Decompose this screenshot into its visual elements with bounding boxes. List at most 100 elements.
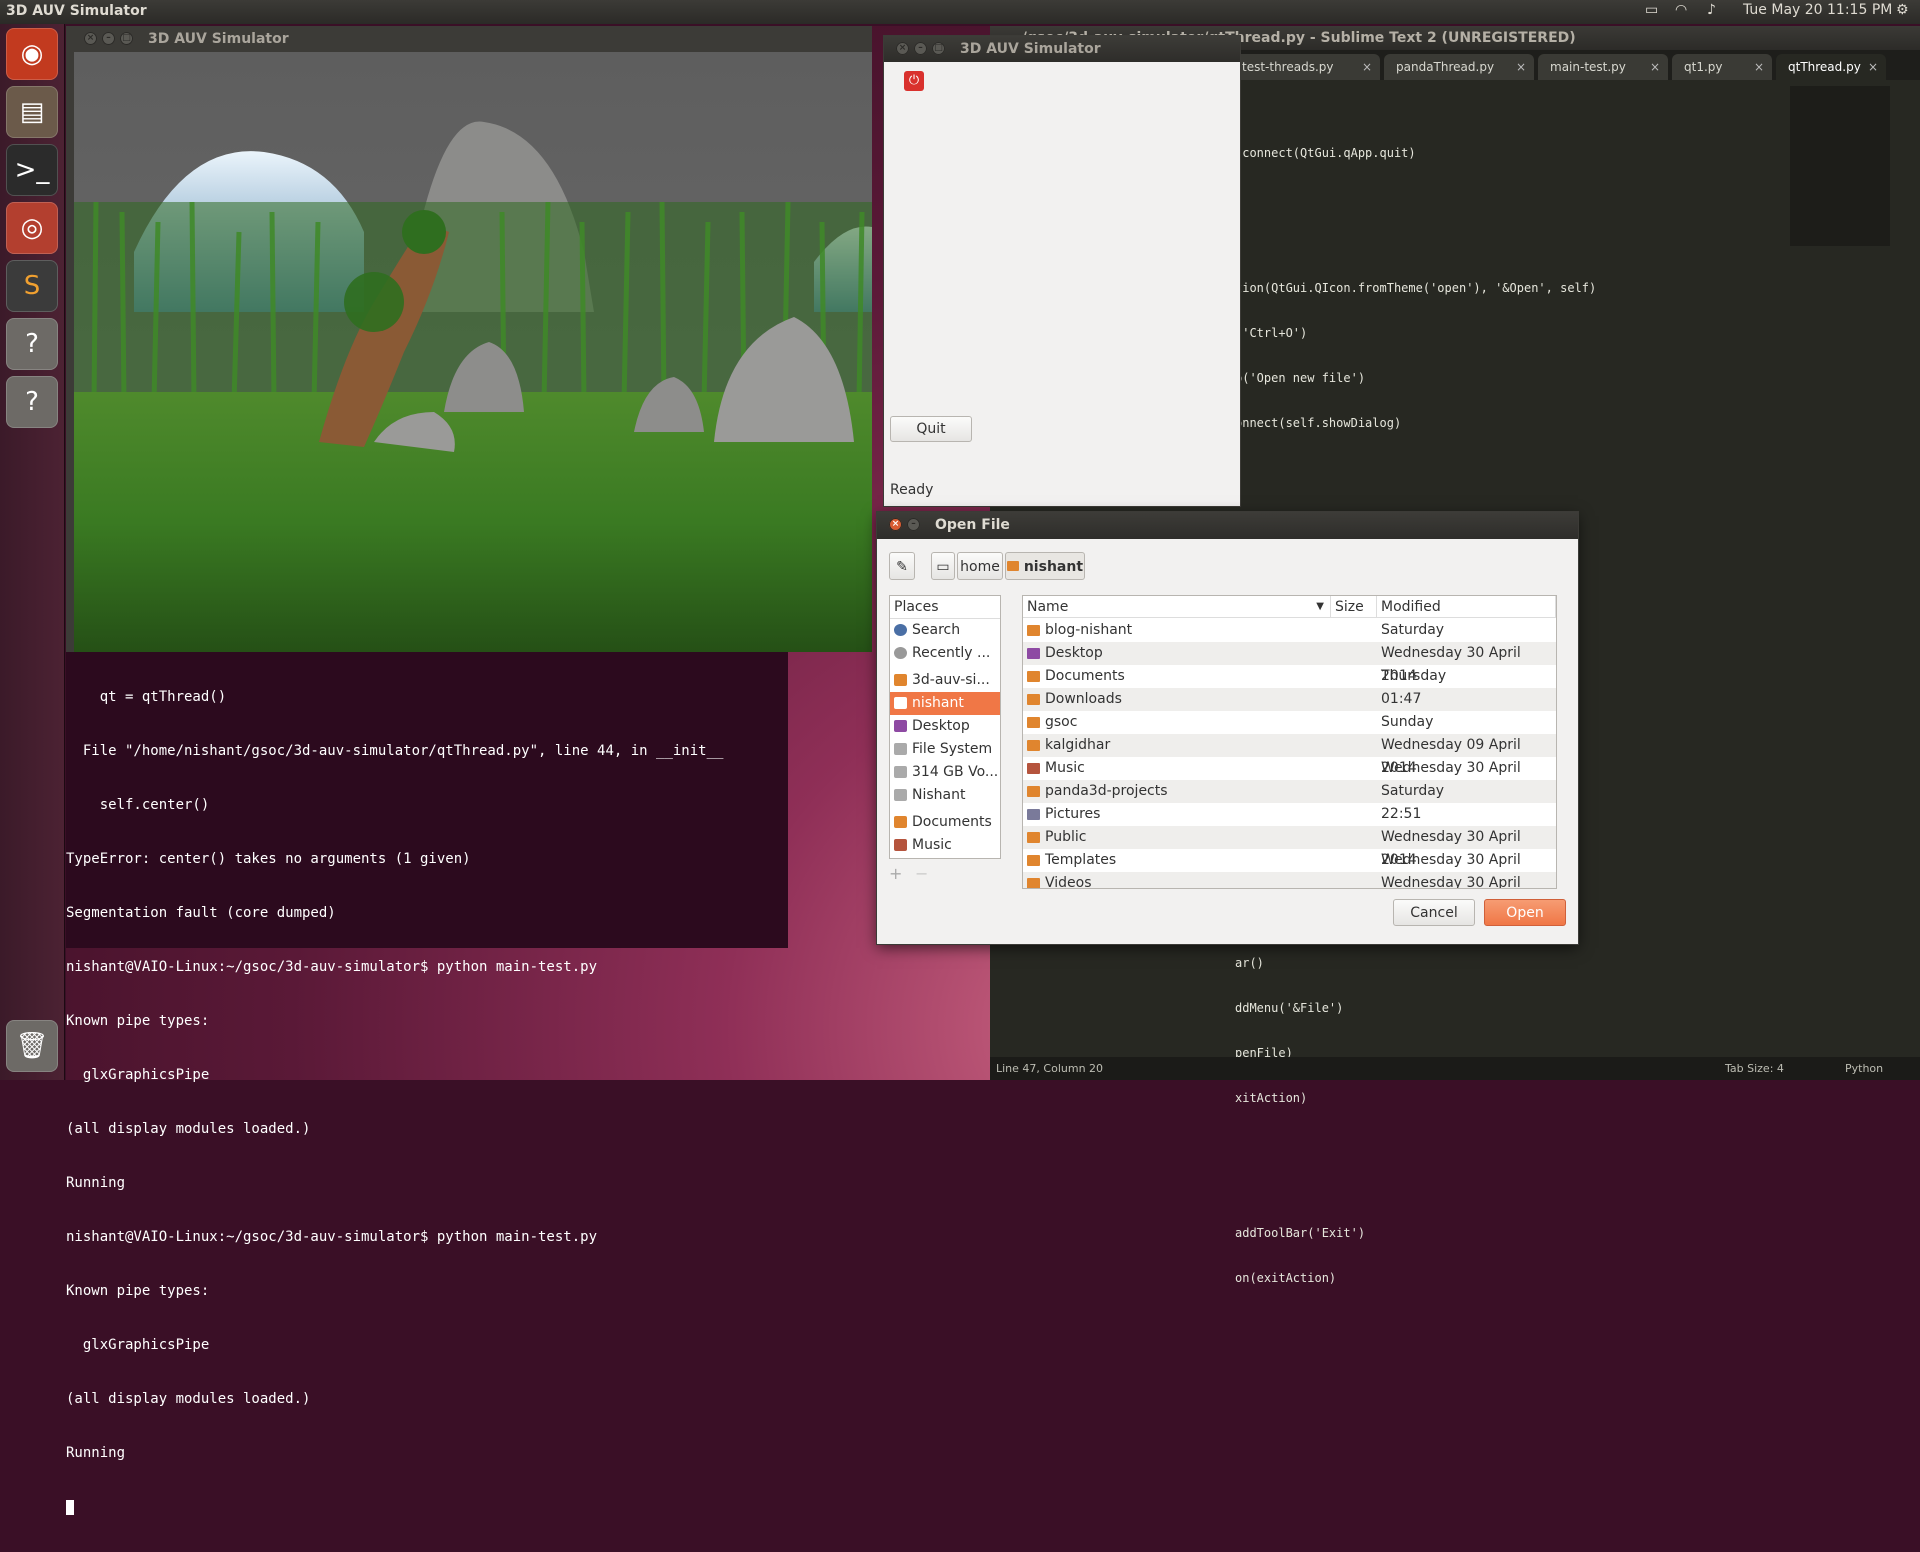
- column-header-modified[interactable]: Modified: [1377, 596, 1556, 618]
- clock[interactable]: Tue May 20 11:15 PM: [1743, 2, 1892, 18]
- code-line: xitAction): [1235, 1091, 1308, 1105]
- close-icon[interactable]: ×: [1754, 54, 1764, 80]
- open-button[interactable]: Open: [1484, 899, 1566, 926]
- terminal-line: (all display modules loaded.): [66, 1391, 311, 1407]
- file-name: Videos: [1045, 875, 1092, 888]
- maximize-icon[interactable]: □: [932, 42, 945, 55]
- add-bookmark-button[interactable]: +: [889, 864, 902, 883]
- places-sidebar[interactable]: Places Search Recently ... 3d-auv-si... …: [889, 595, 1001, 859]
- open-file-dialog[interactable]: × – Open File ✎ ▭ home nishant Places Se…: [877, 512, 1578, 944]
- qt-titlebar[interactable]: × – □ 3D AUV Simulator: [884, 36, 1240, 62]
- files-icon[interactable]: ▤: [6, 86, 58, 138]
- code-line: .connect(QtGui.qApp.quit): [1235, 146, 1416, 160]
- close-icon[interactable]: ×: [1650, 54, 1660, 80]
- file-row[interactable]: Desktop Wednesday 30 April 2014: [1023, 642, 1556, 684]
- terminal-cursor: [66, 1499, 74, 1515]
- path-button-home[interactable]: home: [957, 552, 1003, 580]
- place-nishant[interactable]: nishant: [890, 692, 1000, 715]
- chrome-icon[interactable]: ◎: [6, 202, 58, 254]
- maximize-icon[interactable]: □: [120, 32, 133, 45]
- wifi-icon[interactable]: ◠: [1675, 2, 1687, 18]
- folder-icon: [894, 816, 907, 828]
- file-row[interactable]: Videos Wednesday 30 April 2014: [1023, 872, 1556, 888]
- sim3d-title-text: 3D AUV Simulator: [148, 31, 289, 47]
- tab-test-threads[interactable]: test-threads.py ×: [1230, 54, 1380, 80]
- settings-icon[interactable]: ⚙: [1896, 2, 1909, 18]
- place-label: Documents: [912, 814, 992, 830]
- unknown-app-icon[interactable]: ?: [6, 376, 58, 428]
- file-name: panda3d-projects: [1045, 783, 1168, 799]
- qt-window[interactable]: × – □ 3D AUV Simulator ⏻ Quit Ready: [884, 36, 1240, 506]
- column-header-name[interactable]: Name ▼: [1023, 596, 1331, 618]
- minimize-icon[interactable]: –: [914, 42, 927, 55]
- place-documents[interactable]: Documents: [890, 811, 1000, 834]
- tab-qt1[interactable]: qt1.py ×: [1672, 54, 1772, 80]
- folder-icon: [1027, 671, 1040, 682]
- place-filesystem[interactable]: File System: [890, 738, 1000, 761]
- close-icon[interactable]: ×: [84, 32, 97, 45]
- terminal-icon[interactable]: >_: [6, 144, 58, 196]
- close-icon[interactable]: ×: [1362, 54, 1372, 80]
- tab-size[interactable]: Tab Size: 4: [1725, 1057, 1784, 1080]
- dialog-titlebar[interactable]: × – Open File: [877, 512, 1578, 539]
- battery-icon[interactable]: ▭: [1645, 2, 1658, 18]
- tab-main-test[interactable]: main-test.py ×: [1538, 54, 1668, 80]
- quit-button[interactable]: Quit: [890, 416, 972, 442]
- sim3d-titlebar[interactable]: × – □ 3D AUV Simulator: [66, 26, 872, 52]
- file-row[interactable]: Public Wednesday 30 April 2014: [1023, 826, 1556, 868]
- terminal-line: nishant@VAIO-Linux:~/gsoc/3d-auv-simulat…: [66, 1229, 598, 1245]
- unknown-app-icon[interactable]: ?: [6, 318, 58, 370]
- power-icon[interactable]: ⏻: [904, 71, 924, 91]
- minimize-icon[interactable]: –: [102, 32, 115, 45]
- close-icon[interactable]: ×: [1516, 54, 1526, 80]
- file-row[interactable]: blog-nishant Saturday: [1023, 619, 1556, 642]
- volume-icon[interactable]: ♪: [1707, 2, 1716, 18]
- cancel-button[interactable]: Cancel: [1393, 899, 1475, 926]
- ubuntu-dash-icon[interactable]: ◉: [6, 28, 58, 80]
- terminal-line: (all display modules loaded.): [66, 1121, 311, 1137]
- column-header-size[interactable]: Size: [1331, 596, 1377, 618]
- place-label: File System: [912, 741, 993, 757]
- trash-icon[interactable]: 🗑: [6, 1020, 58, 1072]
- close-icon[interactable]: ×: [896, 42, 909, 55]
- drive-icon[interactable]: ▭: [931, 552, 955, 580]
- tab-panda-thread[interactable]: pandaThread.py ×: [1384, 54, 1534, 80]
- file-row[interactable]: kalgidhar Wednesday 09 April 2014: [1023, 734, 1556, 776]
- music-folder-icon: [1027, 763, 1040, 774]
- place-3d-auv[interactable]: 3d-auv-si...: [890, 669, 1000, 692]
- file-row[interactable]: MusicWednesday 30 April 2014: [1023, 757, 1556, 799]
- file-row[interactable]: Documents Thursday: [1023, 665, 1556, 688]
- place-desktop[interactable]: Desktop: [890, 715, 1000, 738]
- place-recent[interactable]: Recently ...: [890, 642, 1000, 665]
- place-volume[interactable]: 314 GB Vo...: [890, 761, 1000, 784]
- place-nishant-drive[interactable]: Nishant: [890, 784, 1000, 807]
- code-minimap[interactable]: [1790, 86, 1890, 246]
- edit-location-icon[interactable]: ✎: [889, 552, 915, 580]
- syntax-mode[interactable]: Python: [1845, 1057, 1883, 1080]
- place-search[interactable]: Search: [890, 619, 1000, 642]
- file-row[interactable]: Templates Wednesday 30 April 2014: [1023, 849, 1556, 891]
- sim3d-window[interactable]: × – □ 3D AUV Simulator: [66, 26, 872, 652]
- close-icon[interactable]: ×: [1868, 54, 1878, 80]
- column-label: Name: [1027, 599, 1069, 615]
- close-icon[interactable]: ×: [889, 518, 902, 531]
- tab-qt-thread[interactable]: qtThread.py ×: [1776, 54, 1886, 80]
- file-list[interactable]: Name ▼ Size Modified blog-nishant Saturday…: [1022, 595, 1557, 891]
- sublime-icon[interactable]: S: [6, 260, 58, 312]
- path-button-nishant[interactable]: nishant: [1005, 552, 1085, 580]
- file-row[interactable]: Downloads 01:47: [1023, 688, 1556, 711]
- file-row[interactable]: panda3d-projects Saturday: [1023, 780, 1556, 803]
- minimize-icon[interactable]: –: [907, 518, 920, 531]
- tab-label: main-test.py: [1550, 60, 1626, 74]
- remove-bookmark-button[interactable]: −: [915, 864, 928, 883]
- file-row[interactable]: Pictures 22:51: [1023, 803, 1556, 826]
- file-row[interactable]: gsoc Sunday: [1023, 711, 1556, 734]
- pictures-folder-icon: [1027, 809, 1040, 820]
- tab-label: test-threads.py: [1242, 60, 1334, 74]
- place-music[interactable]: Music: [890, 834, 1000, 857]
- place-label: Nishant: [912, 787, 966, 803]
- terminal-line: Known pipe types:: [66, 1013, 210, 1029]
- 3d-viewport[interactable]: [74, 52, 872, 652]
